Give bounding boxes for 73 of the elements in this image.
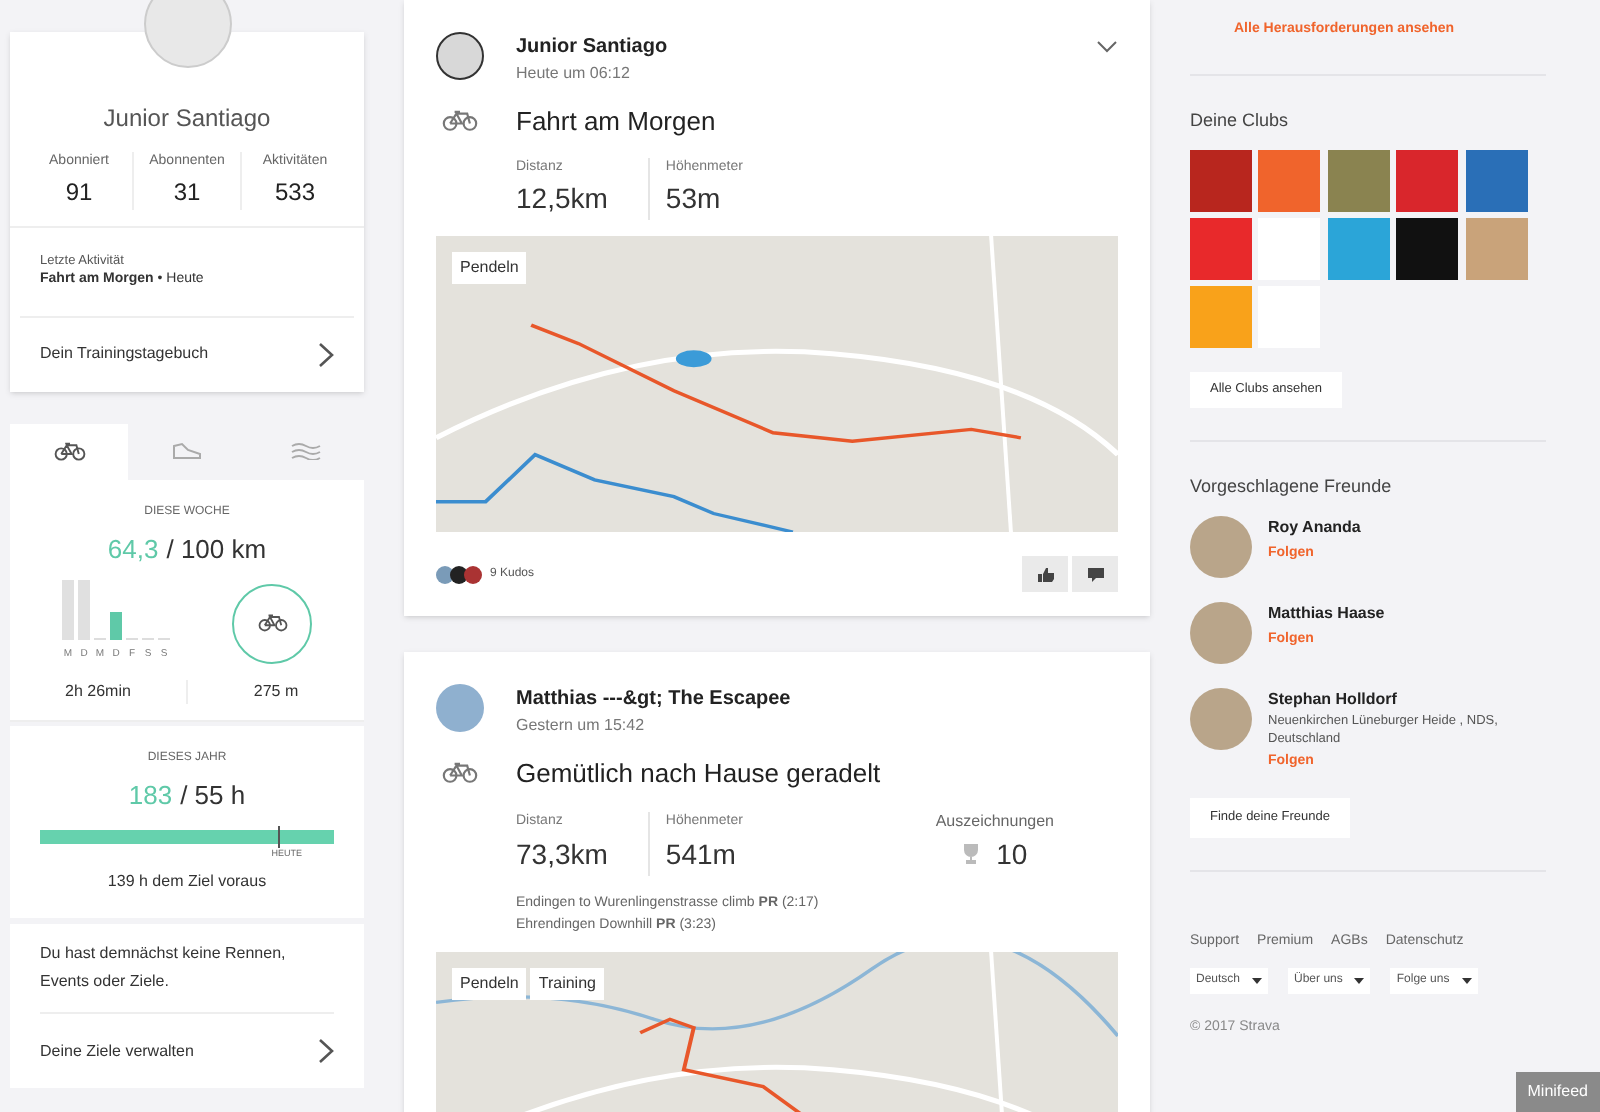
- shoe-icon: [171, 442, 203, 461]
- activity-tag: Pendeln: [452, 252, 527, 284]
- section-title: Deine Clubs: [1190, 107, 1291, 133]
- stat-value[interactable]: 31: [173, 173, 201, 209]
- club-logo[interactable]: [1258, 150, 1321, 212]
- stat-value[interactable]: 91: [65, 173, 93, 209]
- year-done: 183: [128, 777, 173, 814]
- activity-time: Gestern um 15:42: [516, 714, 647, 738]
- profile-name[interactable]: Junior Santiago: [10, 100, 364, 136]
- chevron-right-icon: [318, 341, 334, 368]
- stat-value: 53m: [665, 180, 723, 218]
- club-logo[interactable]: [1190, 150, 1252, 212]
- chevron-right-icon: [318, 1038, 334, 1064]
- year-goal: / 55 h: [180, 777, 246, 814]
- friend-avatar[interactable]: [1190, 602, 1252, 665]
- activity-title[interactable]: Fahrt am Morgen: [516, 102, 716, 141]
- year-note: 139 h dem Ziel voraus: [107, 870, 267, 894]
- friend-name[interactable]: Stephan Holldorf: [1268, 688, 1546, 713]
- avatar: [436, 684, 484, 732]
- kudos-button[interactable]: [1022, 556, 1068, 592]
- goals-text: Du hast demnächst keine Rennen, Events oder Ziele.: [40, 924, 334, 1014]
- club-logo[interactable]: [1190, 218, 1252, 280]
- stat-value[interactable]: 533: [274, 173, 316, 209]
- club-logo[interactable]: [1327, 150, 1390, 212]
- friend-avatar[interactable]: [1190, 516, 1252, 579]
- day-bar: [110, 612, 122, 641]
- thumbs-up-icon: [1037, 567, 1053, 581]
- club-logo[interactable]: [1465, 150, 1528, 212]
- club-logo[interactable]: [1190, 286, 1252, 348]
- avatar: [436, 32, 484, 80]
- profile-avatar[interactable]: [143, 0, 231, 68]
- friend-name[interactable]: Roy Ananda: [1268, 516, 1361, 541]
- waves-icon: [289, 442, 321, 461]
- week-done: 64,3: [107, 531, 159, 568]
- sport-tab[interactable]: [10, 423, 128, 480]
- club-logo[interactable]: [1396, 218, 1459, 280]
- activity-time: Heute um 06:12: [516, 62, 632, 86]
- activity-tag: Training: [530, 967, 604, 999]
- stat-value: 541m: [665, 835, 738, 873]
- comment-icon: [1087, 567, 1103, 581]
- kudos-avatars: [436, 565, 482, 583]
- manage-goals-link[interactable]: Deine Ziele verwalten: [40, 1014, 334, 1088]
- club-logo[interactable]: [1327, 218, 1390, 280]
- stat-value: 73,3km: [516, 835, 608, 873]
- activity-title[interactable]: Gemütlich nach Hause geradelt: [516, 754, 881, 793]
- caret-icon: [1252, 978, 1263, 984]
- club-logo[interactable]: [1465, 218, 1528, 280]
- bicycle-icon: [257, 614, 287, 633]
- friend-avatar[interactable]: [1190, 688, 1252, 751]
- week-elevation: 275 m: [251, 679, 301, 704]
- athlete-name[interactable]: Junior Santiago: [516, 32, 668, 62]
- stat-value: 10: [996, 835, 1028, 873]
- chevron-down-icon[interactable]: [1096, 40, 1118, 54]
- bicycle-icon: [53, 441, 85, 462]
- friend-name[interactable]: Matthias Haase: [1268, 602, 1385, 627]
- stat-label: Auszeichnungen: [935, 809, 1054, 833]
- bicycle-icon: [442, 762, 478, 785]
- day-bar: [62, 580, 74, 641]
- training-diary-link[interactable]: Dein Trainingstagebuch: [10, 317, 364, 392]
- trophy-icon: [962, 844, 981, 864]
- week-goal: / 100 km: [166, 531, 267, 568]
- week-time: 2h 26min: [10, 679, 188, 704]
- athlete-name[interactable]: Matthias ---&gt; The Escapee: [516, 684, 791, 714]
- day-bar: [78, 580, 90, 641]
- activity-tag: Pendeln: [452, 967, 527, 999]
- caret-icon: [1354, 978, 1365, 984]
- stat-value: 12,5km: [516, 180, 608, 218]
- bicycle-icon: [442, 110, 478, 133]
- comment-button[interactable]: [1072, 556, 1118, 592]
- today-marker: [278, 826, 281, 849]
- section-title: Vorgeschlagene Freunde: [1190, 473, 1394, 500]
- club-logo[interactable]: [1396, 150, 1459, 212]
- caret-icon: [1461, 978, 1472, 984]
